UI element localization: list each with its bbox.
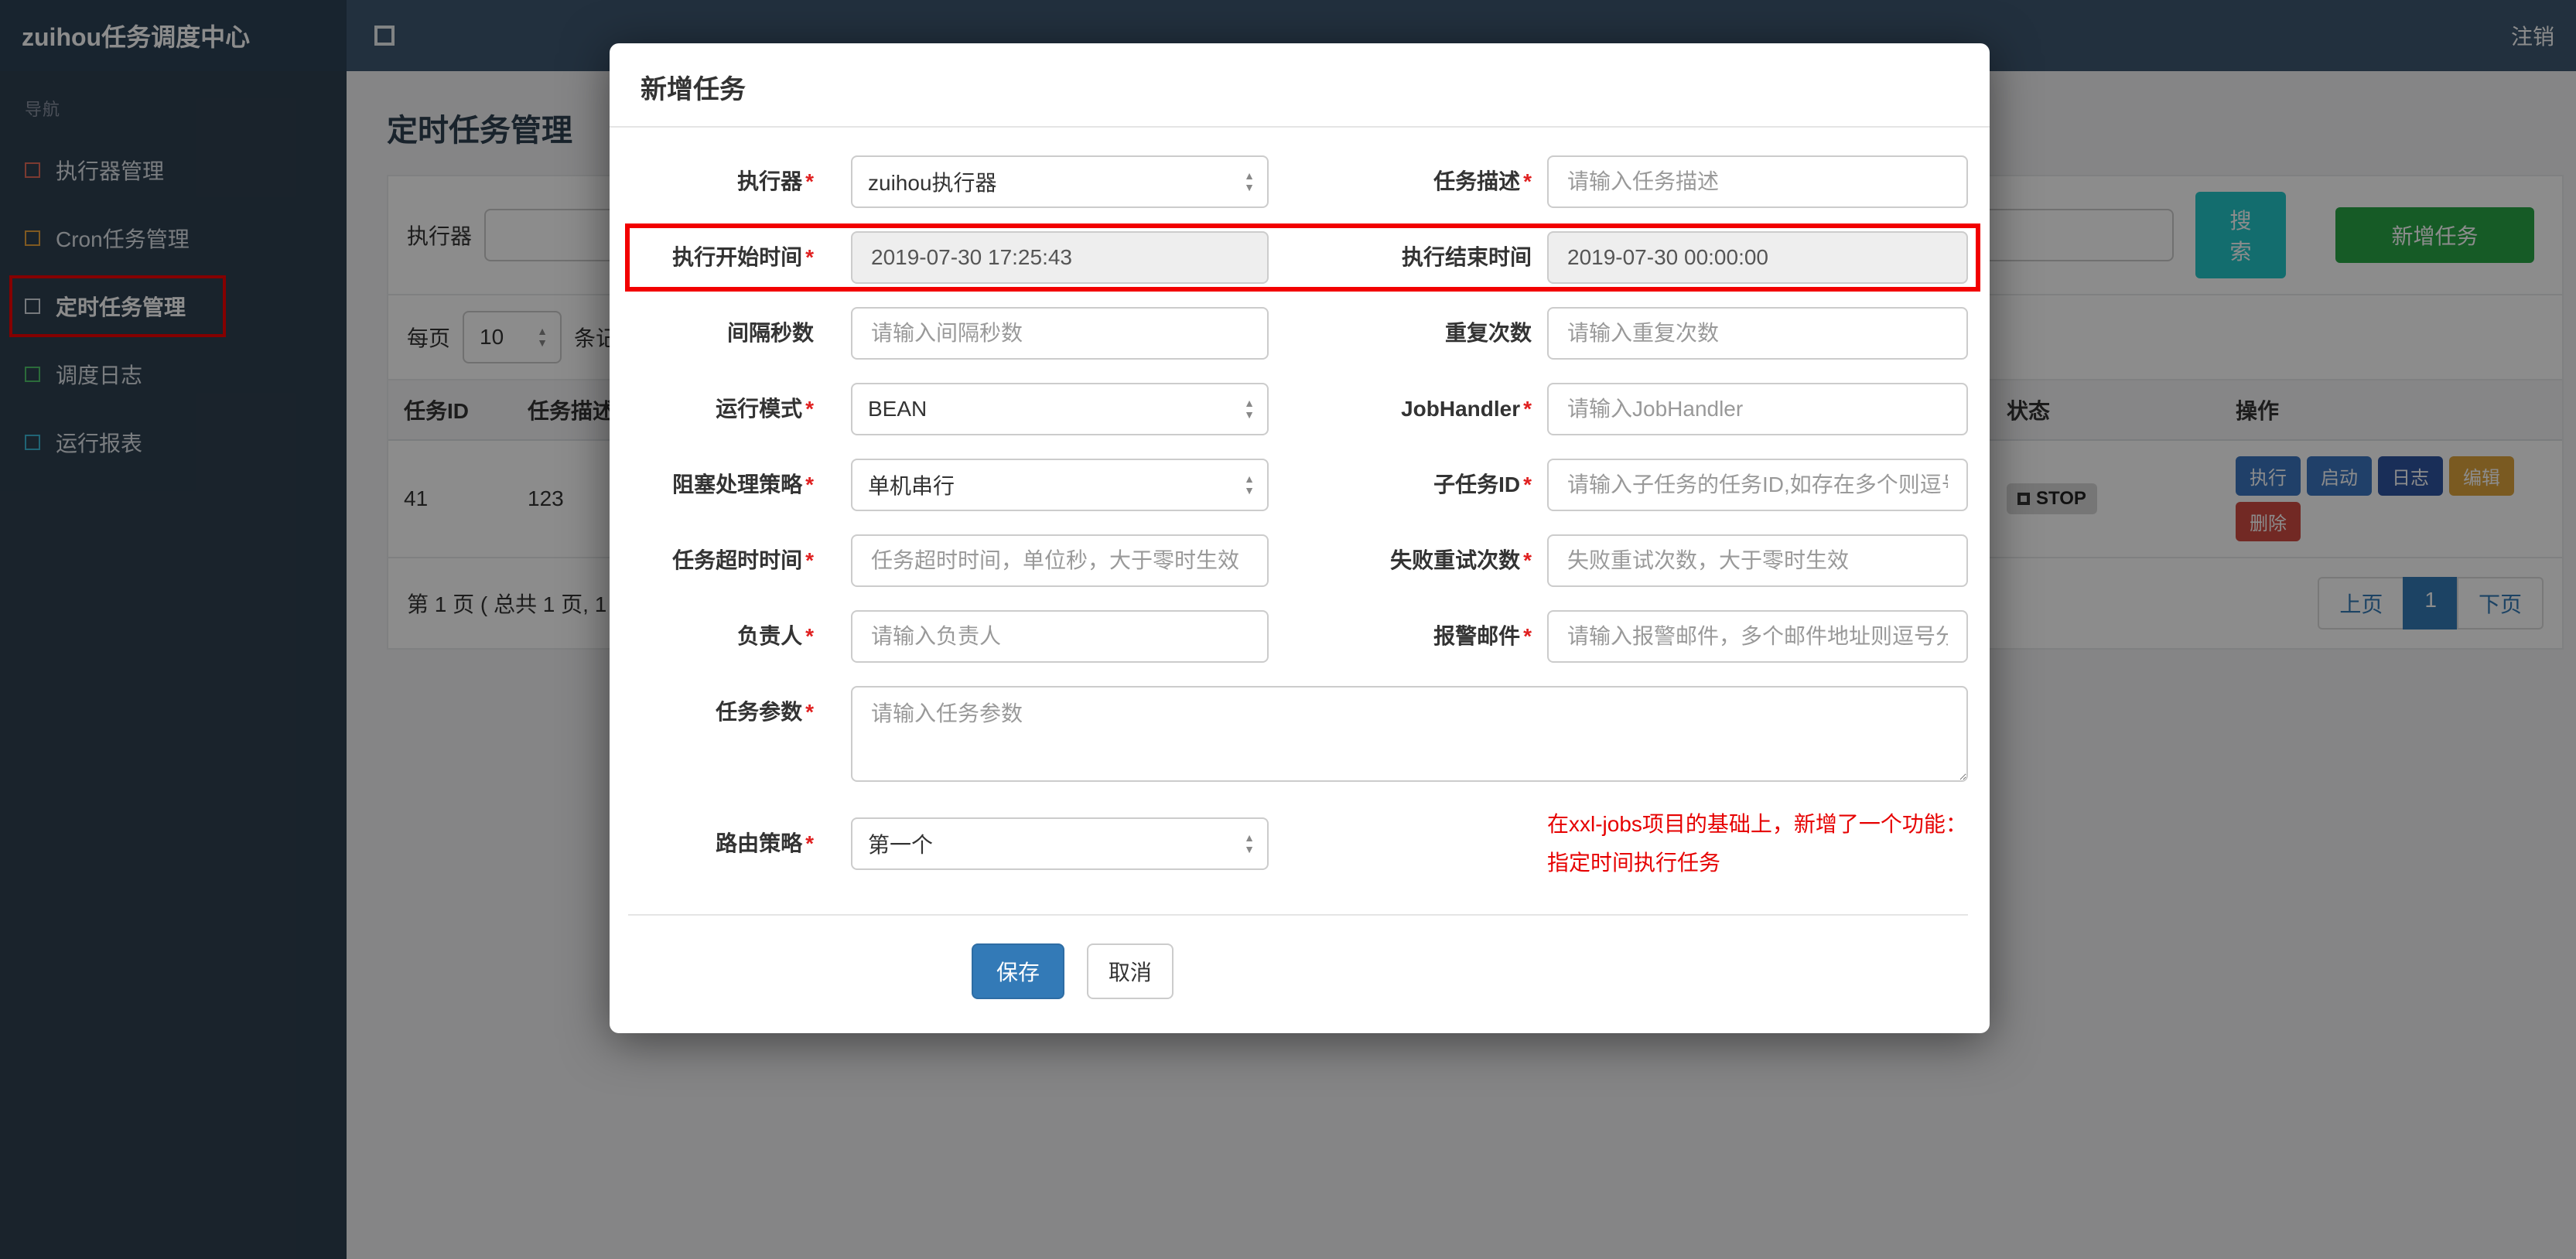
form-row: 路由策略 * 第一个 ▲ ▼ 在xxl-jobs项目的基础上，新增了一个功能： 指定时间执行…	[628, 805, 1968, 883]
arrow-up-icon: ▲	[1244, 396, 1255, 409]
block-strategy-select[interactable]: 单机串行 ▲ ▼	[851, 459, 1269, 511]
field-label-text: 运行模式	[716, 397, 803, 421]
owner-input-label: 负责人 *	[628, 610, 814, 663]
executor-select-label: 执行器 *	[628, 155, 814, 208]
modal-footer: 保存 取消	[628, 943, 1968, 999]
alarm-email-input-label: 报警邮件 *	[1269, 610, 1532, 663]
fail-retry-input-label: 失败重试次数 *	[1269, 534, 1532, 587]
add-job-modal: 新增任务 执行器*zuihou执行器▲▼任务描述*执行开始时间*执行结束时间间隔…	[610, 43, 1990, 1033]
field-label-text: JobHandler	[1401, 397, 1521, 421]
required-asterisk: *	[805, 473, 814, 496]
form-row: 负责人*报警邮件*	[628, 610, 1968, 663]
field-label-text: 负责人	[737, 624, 803, 648]
required-asterisk: *	[805, 169, 814, 193]
arrow-down-icon: ▼	[1244, 408, 1255, 421]
repeat-count-input[interactable]	[1547, 307, 1968, 360]
route-strategy-select[interactable]: 第一个 ▲ ▼	[851, 817, 1269, 871]
repeat-count-input-label: 重复次数	[1269, 307, 1532, 360]
form-row: 运行模式 * BEAN ▲ ▼ JobHandler *	[628, 383, 1968, 435]
select-value: zuihou执行器	[868, 171, 997, 195]
interval-seconds-input[interactable]	[851, 307, 1269, 360]
field-label-text: 失败重试次数	[1390, 548, 1521, 572]
app-root: zuihou任务调度中心 注销 导航 执行器管理 Cron任务管理 定时任务管理 调度…	[0, 0, 2576, 1259]
required-asterisk: *	[805, 245, 814, 269]
start-time-input[interactable]	[851, 231, 1269, 284]
required-asterisk: *	[1523, 397, 1532, 421]
form-row: 执行器 * zuihou执行器 ▲ ▼ 任务描述 *	[628, 155, 1968, 208]
end-time-input[interactable]	[1547, 231, 1968, 284]
field-label-text: 执行开始时间	[672, 245, 803, 269]
required-asterisk: *	[805, 700, 814, 724]
required-asterisk: *	[1523, 548, 1532, 572]
jobhandler-input-label: JobHandler *	[1269, 383, 1532, 435]
jobhandler-input[interactable]	[1547, 383, 1968, 435]
run-mode-select[interactable]: BEAN ▲ ▼	[851, 383, 1269, 435]
cancel-button[interactable]: 取消	[1086, 943, 1174, 999]
child-job-id-input[interactable]	[1547, 459, 1968, 511]
required-asterisk: *	[805, 831, 814, 856]
field-label-text: 报警邮件	[1433, 624, 1521, 648]
select-arrows-icon: ▲▼	[1244, 397, 1255, 421]
modal-note-line: 在xxl-jobs项目的基础上，新增了一个功能：	[1547, 812, 1967, 836]
executor-select[interactable]: zuihou执行器 ▲ ▼	[851, 155, 1269, 208]
interval-seconds-input-label: 间隔秒数	[628, 307, 814, 360]
required-asterisk: *	[1523, 624, 1532, 648]
select-arrows-icon: ▲▼	[1244, 473, 1255, 497]
modal-rows: 执行器*zuihou执行器▲▼任务描述*执行开始时间*执行结束时间间隔秒数重复次…	[625, 155, 1980, 883]
modal-note: 在xxl-jobs项目的基础上，新增了一个功能： 指定时间执行任务	[1547, 805, 1968, 883]
select-arrows-icon: ▲▼	[1244, 832, 1255, 856]
save-button[interactable]: 保存	[972, 943, 1065, 999]
field-label-text: 子任务ID	[1433, 473, 1521, 496]
arrow-down-icon: ▼	[1244, 181, 1255, 193]
job-params-textarea[interactable]	[851, 686, 1968, 782]
required-asterisk: *	[1523, 473, 1532, 496]
timeout-input[interactable]	[851, 534, 1269, 587]
field-label-text: 重复次数	[1444, 321, 1532, 345]
field-label-text: 任务描述	[1433, 169, 1521, 193]
required-asterisk: *	[805, 548, 814, 572]
modal-header: 新增任务	[610, 43, 1990, 128]
form-row: 任务参数 *	[628, 686, 1968, 782]
modal-note-line: 指定时间执行任务	[1547, 851, 1721, 875]
start-time-input-label: 执行开始时间 *	[628, 231, 814, 284]
field-label-text: 执行结束时间	[1401, 245, 1532, 269]
job-desc-input[interactable]	[1547, 155, 1968, 208]
child-job-id-input-label: 子任务ID *	[1269, 459, 1532, 511]
select-value: 单机串行	[868, 474, 955, 498]
modal-divider	[628, 913, 1968, 916]
field-label-text: 间隔秒数	[726, 321, 814, 345]
route-strategy-select-label: 路由策略 *	[628, 817, 814, 870]
timeout-input-label: 任务超时时间 *	[628, 534, 814, 587]
end-time-input-label: 执行结束时间	[1269, 231, 1532, 284]
select-value: BEAN	[868, 397, 928, 421]
form-row: 任务超时时间*失败重试次数*	[628, 534, 1968, 587]
modal-title: 新增任务	[641, 75, 746, 104]
fail-retry-input[interactable]	[1547, 534, 1968, 587]
form-row: 执行开始时间* 执行结束时间	[625, 223, 1980, 292]
job-desc-input-label: 任务描述 *	[1269, 155, 1532, 208]
modal-form: 执行器*zuihou执行器▲▼任务描述*执行开始时间*执行结束时间间隔秒数重复次…	[610, 128, 1990, 1033]
owner-input[interactable]	[851, 610, 1269, 663]
form-row: 间隔秒数 重复次数	[628, 307, 1968, 360]
required-asterisk: *	[1523, 169, 1532, 193]
field-label-text: 执行器	[737, 169, 803, 193]
required-asterisk: *	[805, 624, 814, 648]
run-mode-select-label: 运行模式 *	[628, 383, 814, 435]
field-label-text: 阻塞处理策略	[672, 473, 803, 496]
arrow-down-icon: ▼	[1244, 484, 1255, 496]
select-arrows-icon: ▲▼	[1244, 169, 1255, 194]
select-value: 第一个	[868, 833, 934, 858]
arrow-up-icon: ▲	[1244, 472, 1255, 485]
form-row: 阻塞处理策略 * 单机串行 ▲ ▼ 子任务ID *	[628, 459, 1968, 511]
job-params-textarea-label: 任务参数 *	[628, 686, 814, 739]
field-label-text: 任务参数	[716, 700, 803, 724]
arrow-up-icon: ▲	[1244, 169, 1255, 182]
field-label-text: 任务超时时间	[672, 548, 803, 572]
arrow-down-icon: ▼	[1244, 843, 1255, 856]
required-asterisk: *	[805, 397, 814, 421]
block-strategy-select-label: 阻塞处理策略 *	[628, 459, 814, 511]
field-label-text: 路由策略	[716, 831, 803, 856]
arrow-up-icon: ▲	[1244, 831, 1255, 844]
alarm-email-input[interactable]	[1547, 610, 1968, 663]
